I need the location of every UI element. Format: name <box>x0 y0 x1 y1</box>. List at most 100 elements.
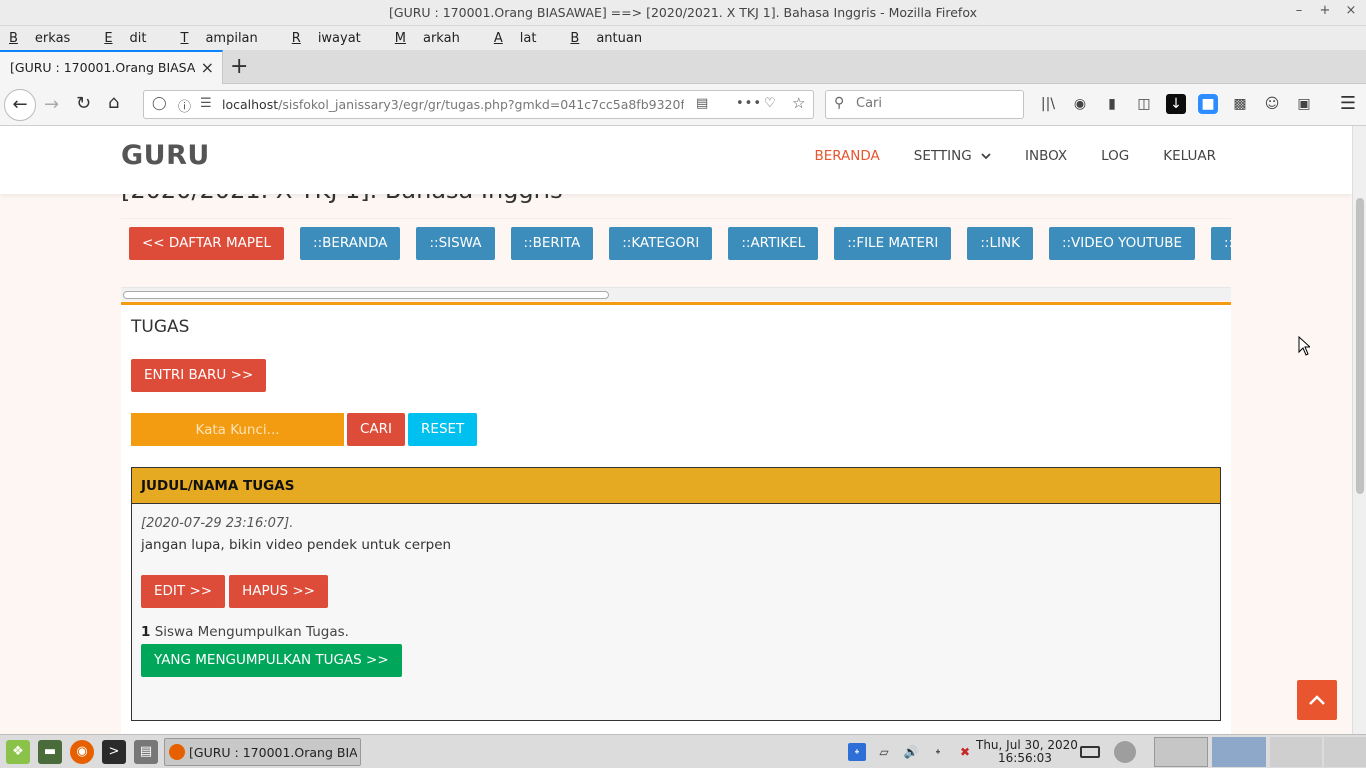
keyword-input[interactable] <box>131 413 344 446</box>
url-bar[interactable]: ◯ ⓘ ☰ localhost/sisfokol_janissary3/egr/… <box>143 90 814 119</box>
url-text[interactable]: localhost/sisfokol_janissary3/egr/gr/tug… <box>222 97 684 112</box>
pocket-icon[interactable]: ♡ <box>764 96 776 111</box>
volume-icon[interactable]: 🔊 <box>902 743 920 761</box>
menu-alat[interactable]: Alat <box>494 31 554 46</box>
chevron-down-icon <box>981 153 991 160</box>
home-icon[interactable]: ⌂ <box>108 92 119 113</box>
reader-view-icon[interactable]: ▤ <box>696 96 708 111</box>
horizontal-scroll-thumb[interactable] <box>123 291 609 299</box>
edit-button[interactable]: EDIT >> <box>141 575 226 608</box>
workspace-files-button[interactable] <box>1154 737 1208 767</box>
files-launcher-icon[interactable]: ▤ <box>134 740 158 764</box>
berita-button[interactable]: ::BERITA <box>510 227 594 260</box>
menu-markah[interactable]: Markah <box>395 31 477 46</box>
nav-inbox[interactable]: INBOX <box>1025 148 1067 164</box>
video-youtube-button[interactable]: ::VIDEO YOUTUBE <box>1048 227 1196 260</box>
page-viewport: GURU BERANDA SETTING INBOX LOG KELUAR [2… <box>0 126 1352 734</box>
page-actions-icon[interactable]: ••• <box>736 96 762 111</box>
maximize-icon[interactable]: + <box>1318 3 1332 18</box>
nav-setting[interactable]: SETTING <box>914 148 991 164</box>
nav-log[interactable]: LOG <box>1101 148 1129 164</box>
bluetooth-icon[interactable]: ᛭ <box>929 743 947 761</box>
sidebar-bookmark-icon[interactable]: ▮ <box>1102 94 1122 114</box>
reload-icon[interactable]: ↻ <box>76 93 91 114</box>
box-title: TUGAS <box>131 317 190 337</box>
search-bar[interactable]: ⚲ <box>825 90 1024 119</box>
taskbar-window-label: [GURU : 170001.Orang BIAS... <box>189 745 357 760</box>
browser-search-input[interactable] <box>856 96 1016 111</box>
new-tab-icon[interactable]: + <box>230 54 248 79</box>
beranda-button[interactable]: ::BERANDA <box>300 227 401 260</box>
task-date: [2020-07-29 23:16:07]. <box>141 516 294 531</box>
firefox-icon <box>169 744 185 760</box>
menu-berkas[interactable]: Berkas <box>9 31 87 46</box>
vertical-scroll-thumb[interactable] <box>1356 198 1364 494</box>
siswa-button[interactable]: ::SISWA <box>416 227 495 260</box>
tab-title: [GURU : 170001.Orang BIASAWAE <box>10 60 195 75</box>
shield-icon[interactable]: ◯ <box>152 96 167 111</box>
nav-keluar[interactable]: KELUAR <box>1163 148 1216 164</box>
site-brand[interactable]: GURU <box>121 140 210 171</box>
battery-icon[interactable] <box>1080 746 1100 758</box>
minimize-icon[interactable]: – <box>1292 3 1306 18</box>
table-row: [2020-07-29 23:16:07]. jangan lupa, biki… <box>132 504 1220 689</box>
vertical-scrollbar[interactable] <box>1352 126 1366 734</box>
menu-edit[interactable]: Edit <box>104 31 163 46</box>
update-shield-icon[interactable]: ✖ <box>956 743 974 761</box>
file-materi-button[interactable]: ::FILE MATERI <box>834 227 952 260</box>
yang-mengumpulkan-button[interactable]: YANG MENGUMPULKAN TUGAS >> <box>141 644 402 677</box>
menu-button-row: << DAFTAR MAPEL ::BERANDA ::SISWA ::BERI… <box>121 218 1231 290</box>
bluetooth-app-icon[interactable]: ᛭ <box>848 743 866 761</box>
kategori-button[interactable]: ::KATEGORI <box>609 227 713 260</box>
link-button[interactable]: ::LINK <box>967 227 1033 260</box>
reset-button[interactable]: RESET <box>408 413 478 446</box>
taskbar-clock[interactable]: Thu, Jul 30, 2020 16:56:03 <box>976 739 1078 765</box>
hamburger-menu-icon[interactable]: ☰ <box>1340 93 1356 114</box>
zoom-extension-icon[interactable]: ■ <box>1198 94 1218 114</box>
info-icon[interactable]: ⓘ <box>178 96 191 115</box>
bookmark-star-icon[interactable]: ☆ <box>792 94 805 112</box>
cari-button[interactable]: CARI <box>347 413 406 446</box>
horizontal-scrollbar[interactable] <box>121 287 1231 301</box>
search-icon: ⚲ <box>834 95 845 111</box>
taskbar-firefox-window[interactable]: [GURU : 170001.Orang BIAS... <box>164 738 361 766</box>
account-icon[interactable]: ☺ <box>1262 94 1282 114</box>
hapus-button[interactable]: HAPUS >> <box>229 575 328 608</box>
menu-tampilan[interactable]: Tampilan <box>181 31 275 46</box>
permissions-icon[interactable]: ☰ <box>200 96 212 111</box>
tab-close-icon[interactable]: × <box>201 58 214 77</box>
globe-icon[interactable]: ◉ <box>1070 94 1090 114</box>
network-signal-icon[interactable]: ▱ <box>875 743 893 761</box>
back-icon[interactable]: ← <box>4 89 36 121</box>
qr-code-icon[interactable]: ▩ <box>1230 94 1250 114</box>
next-menu-button[interactable]: :: <box>1211 227 1231 260</box>
mint-menu-icon[interactable]: ❖ <box>6 740 30 764</box>
browser-tab[interactable]: [GURU : 170001.Orang BIASAWAE × <box>0 50 223 84</box>
nav-beranda[interactable]: BERANDA <box>814 148 879 164</box>
workspace-4-button[interactable] <box>1324 737 1366 767</box>
show-desktop-icon[interactable]: ▬ <box>38 740 62 764</box>
workspace-3-button[interactable] <box>1270 737 1322 767</box>
menu-riwayat[interactable]: Riwayat <box>292 31 378 46</box>
power-icon[interactable] <box>1114 741 1136 763</box>
menu-bantuan[interactable]: Bantuan <box>570 31 659 46</box>
close-window-icon[interactable]: × <box>1344 3 1358 18</box>
entri-baru-button[interactable]: ENTRI BARU >> <box>131 359 267 392</box>
artikel-button[interactable]: ::ARTIKEL <box>728 227 819 260</box>
forward-icon[interactable]: → <box>44 94 59 115</box>
clock-time: 16:56:03 <box>998 751 1052 765</box>
search-row: CARI RESET <box>131 413 478 446</box>
table-header: JUDUL/NAMA TUGAS <box>132 468 1220 504</box>
download-icon[interactable]: ↓ <box>1166 94 1186 114</box>
mouse-cursor-icon <box>1298 336 1310 356</box>
back-to-top-button[interactable] <box>1297 680 1337 720</box>
site-nav: BERANDA SETTING INBOX LOG KELUAR <box>814 148 1216 164</box>
terminal-icon[interactable]: > <box>102 740 126 764</box>
daftar-mapel-button[interactable]: << DAFTAR MAPEL <box>129 227 285 260</box>
sidebar-icon[interactable]: ◫ <box>1134 94 1154 114</box>
library-icon[interactable]: ||\ <box>1038 94 1058 114</box>
firefox-launcher-icon[interactable]: ◉ <box>70 740 94 764</box>
tugas-box: TUGAS ENTRI BARU >> CARI RESET JUDUL/NAM… <box>121 302 1231 734</box>
lock-icon[interactable]: ▣ <box>1294 94 1314 114</box>
workspace-firefox-button[interactable] <box>1212 737 1266 767</box>
